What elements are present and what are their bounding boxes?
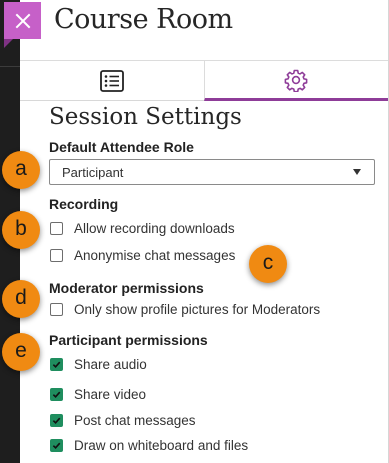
option-label: Draw on whiteboard and files [74, 437, 249, 453]
option-label: Anonymise chat messages [74, 247, 236, 263]
option-draw-on-whiteboard[interactable]: Draw on whiteboard and files [50, 436, 248, 454]
room-title: Course Room [54, 4, 233, 35]
option-allow-recording-downloads[interactable]: Allow recording downloads [50, 219, 235, 237]
tab-content[interactable] [20, 61, 204, 101]
option-only-show-profile-pictures[interactable]: Only show profile pictures for Moderator… [50, 300, 320, 318]
checkbox-checked[interactable] [50, 438, 63, 452]
participant-permissions-label: Participant permissions [49, 332, 208, 348]
checkmark-icon [52, 417, 61, 424]
callout-c: c [249, 245, 287, 283]
callout-b: b [2, 211, 40, 249]
checkmark-icon [52, 361, 61, 368]
option-post-chat-messages[interactable]: Post chat messages [50, 411, 196, 429]
gear-icon [284, 69, 308, 92]
close-button-tab-fold [4, 39, 13, 48]
option-anonymise-chat-messages[interactable]: Anonymise chat messages [50, 246, 235, 264]
checkbox-checked[interactable] [50, 413, 63, 427]
default-role-label: Default Attendee Role [49, 139, 194, 155]
section-title: Session Settings [49, 104, 242, 130]
background-divider [0, 66, 20, 67]
list-icon [99, 69, 124, 92]
close-button[interactable] [4, 2, 41, 39]
callout-a: a [2, 151, 40, 189]
dropdown-arrow-icon [353, 169, 361, 175]
callout-e: e [2, 333, 40, 371]
checkbox-checked[interactable] [50, 387, 63, 401]
default-role-value: Participant [62, 165, 124, 180]
tab-settings[interactable] [203, 61, 388, 101]
option-label: Post chat messages [74, 412, 196, 428]
checkbox[interactable] [50, 248, 63, 262]
option-label: Share audio [74, 356, 147, 372]
option-share-video[interactable]: Share video [50, 385, 146, 403]
checkmark-icon [52, 391, 61, 398]
checkbox[interactable] [50, 302, 63, 316]
panel-tabs [20, 60, 388, 101]
callout-d: d [2, 280, 40, 318]
checkmark-icon [52, 442, 61, 449]
option-share-audio[interactable]: Share audio [50, 355, 147, 373]
close-icon [15, 13, 30, 28]
option-label: Share video [74, 386, 147, 402]
checkbox-checked[interactable] [50, 357, 63, 371]
checkbox[interactable] [50, 221, 63, 235]
recording-label: Recording [49, 196, 119, 212]
default-role-select[interactable]: Participant [49, 159, 375, 185]
option-label: Only show profile pictures for Moderator… [74, 301, 321, 317]
moderator-permissions-label: Moderator permissions [49, 280, 204, 296]
option-label: Allow recording downloads [74, 220, 235, 236]
